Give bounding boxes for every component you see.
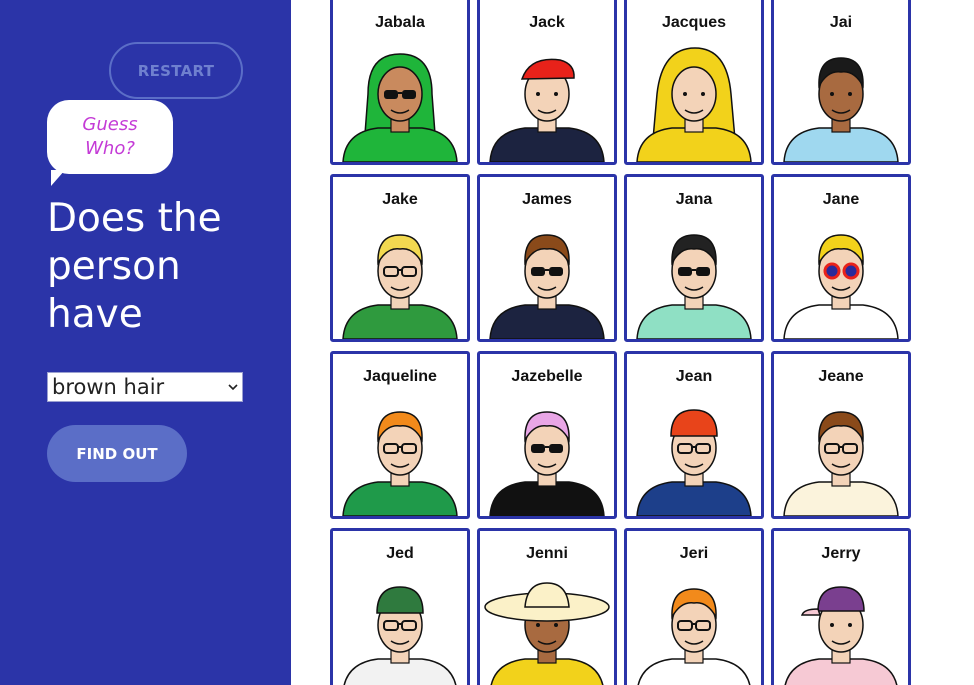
character-portrait — [342, 234, 458, 339]
character-portrait — [636, 47, 752, 162]
character-name: Jabala — [375, 14, 425, 31]
character-card-jeri[interactable]: Jeri — [624, 528, 764, 685]
character-portrait — [342, 411, 458, 516]
character-card-jeane[interactable]: Jeane — [771, 351, 911, 519]
character-card-jazebelle[interactable]: Jazebelle — [477, 351, 617, 519]
character-name: Jack — [529, 14, 565, 31]
sidebar: RESTART Guess Who? Does the person have … — [0, 0, 291, 685]
character-card-jane[interactable]: Jane — [771, 174, 911, 342]
selected-attribute: brown hair — [52, 375, 165, 399]
character-name: Jake — [382, 191, 418, 208]
character-portrait — [783, 234, 899, 339]
character-portrait — [342, 53, 458, 162]
character-name: Jenni — [526, 545, 568, 562]
chevron-down-icon — [228, 384, 238, 391]
character-board: Jabala Jack Jacques Jai Jake James Jana Jane Jaq… — [291, 0, 974, 685]
character-name: James — [522, 191, 572, 208]
character-portrait — [784, 586, 898, 685]
character-card-jacques[interactable]: Jacques — [624, 0, 764, 165]
character-card-jana[interactable]: Jana — [624, 174, 764, 342]
character-name: Jerry — [821, 545, 861, 562]
character-portrait — [637, 588, 751, 685]
character-name: Jaqueline — [363, 368, 437, 385]
character-name: Jeane — [818, 368, 864, 385]
character-portrait — [343, 586, 457, 685]
character-name: Jazebelle — [511, 368, 583, 385]
character-portrait — [783, 57, 899, 162]
character-name: Jana — [675, 191, 713, 208]
attribute-select[interactable]: brown hair — [47, 372, 243, 402]
character-name: Jane — [822, 191, 860, 208]
character-name: Jeri — [679, 545, 709, 562]
character-name: Jean — [675, 368, 713, 385]
character-portrait — [489, 411, 605, 516]
character-portrait — [636, 409, 752, 516]
character-portrait — [636, 234, 752, 339]
character-name: Jai — [829, 14, 853, 31]
character-card-jaqueline[interactable]: Jaqueline — [330, 351, 470, 519]
character-portrait — [489, 58, 605, 162]
character-card-jed[interactable]: Jed — [330, 528, 470, 685]
character-portrait — [484, 582, 610, 685]
character-card-jake[interactable]: Jake — [330, 174, 470, 342]
character-portrait — [783, 411, 899, 516]
character-card-jack[interactable]: Jack — [477, 0, 617, 165]
character-name: Jed — [386, 545, 414, 562]
logo-line-1: Guess — [82, 114, 138, 135]
question-heading: Does the person have — [47, 196, 222, 337]
character-portrait — [489, 234, 605, 339]
character-card-jerry[interactable]: Jerry — [771, 528, 911, 685]
character-card-james[interactable]: James — [477, 174, 617, 342]
character-card-jean[interactable]: Jean — [624, 351, 764, 519]
character-card-jabala[interactable]: Jabala — [330, 0, 470, 165]
guess-who-logo: Guess Who? — [47, 100, 173, 186]
logo-line-2: Who? — [85, 138, 135, 159]
find-out-button[interactable]: FIND OUT — [47, 425, 187, 482]
character-card-jai[interactable]: Jai — [771, 0, 911, 165]
character-card-jenni[interactable]: Jenni — [477, 528, 617, 685]
character-name: Jacques — [661, 14, 727, 31]
restart-button[interactable]: RESTART — [109, 42, 243, 99]
